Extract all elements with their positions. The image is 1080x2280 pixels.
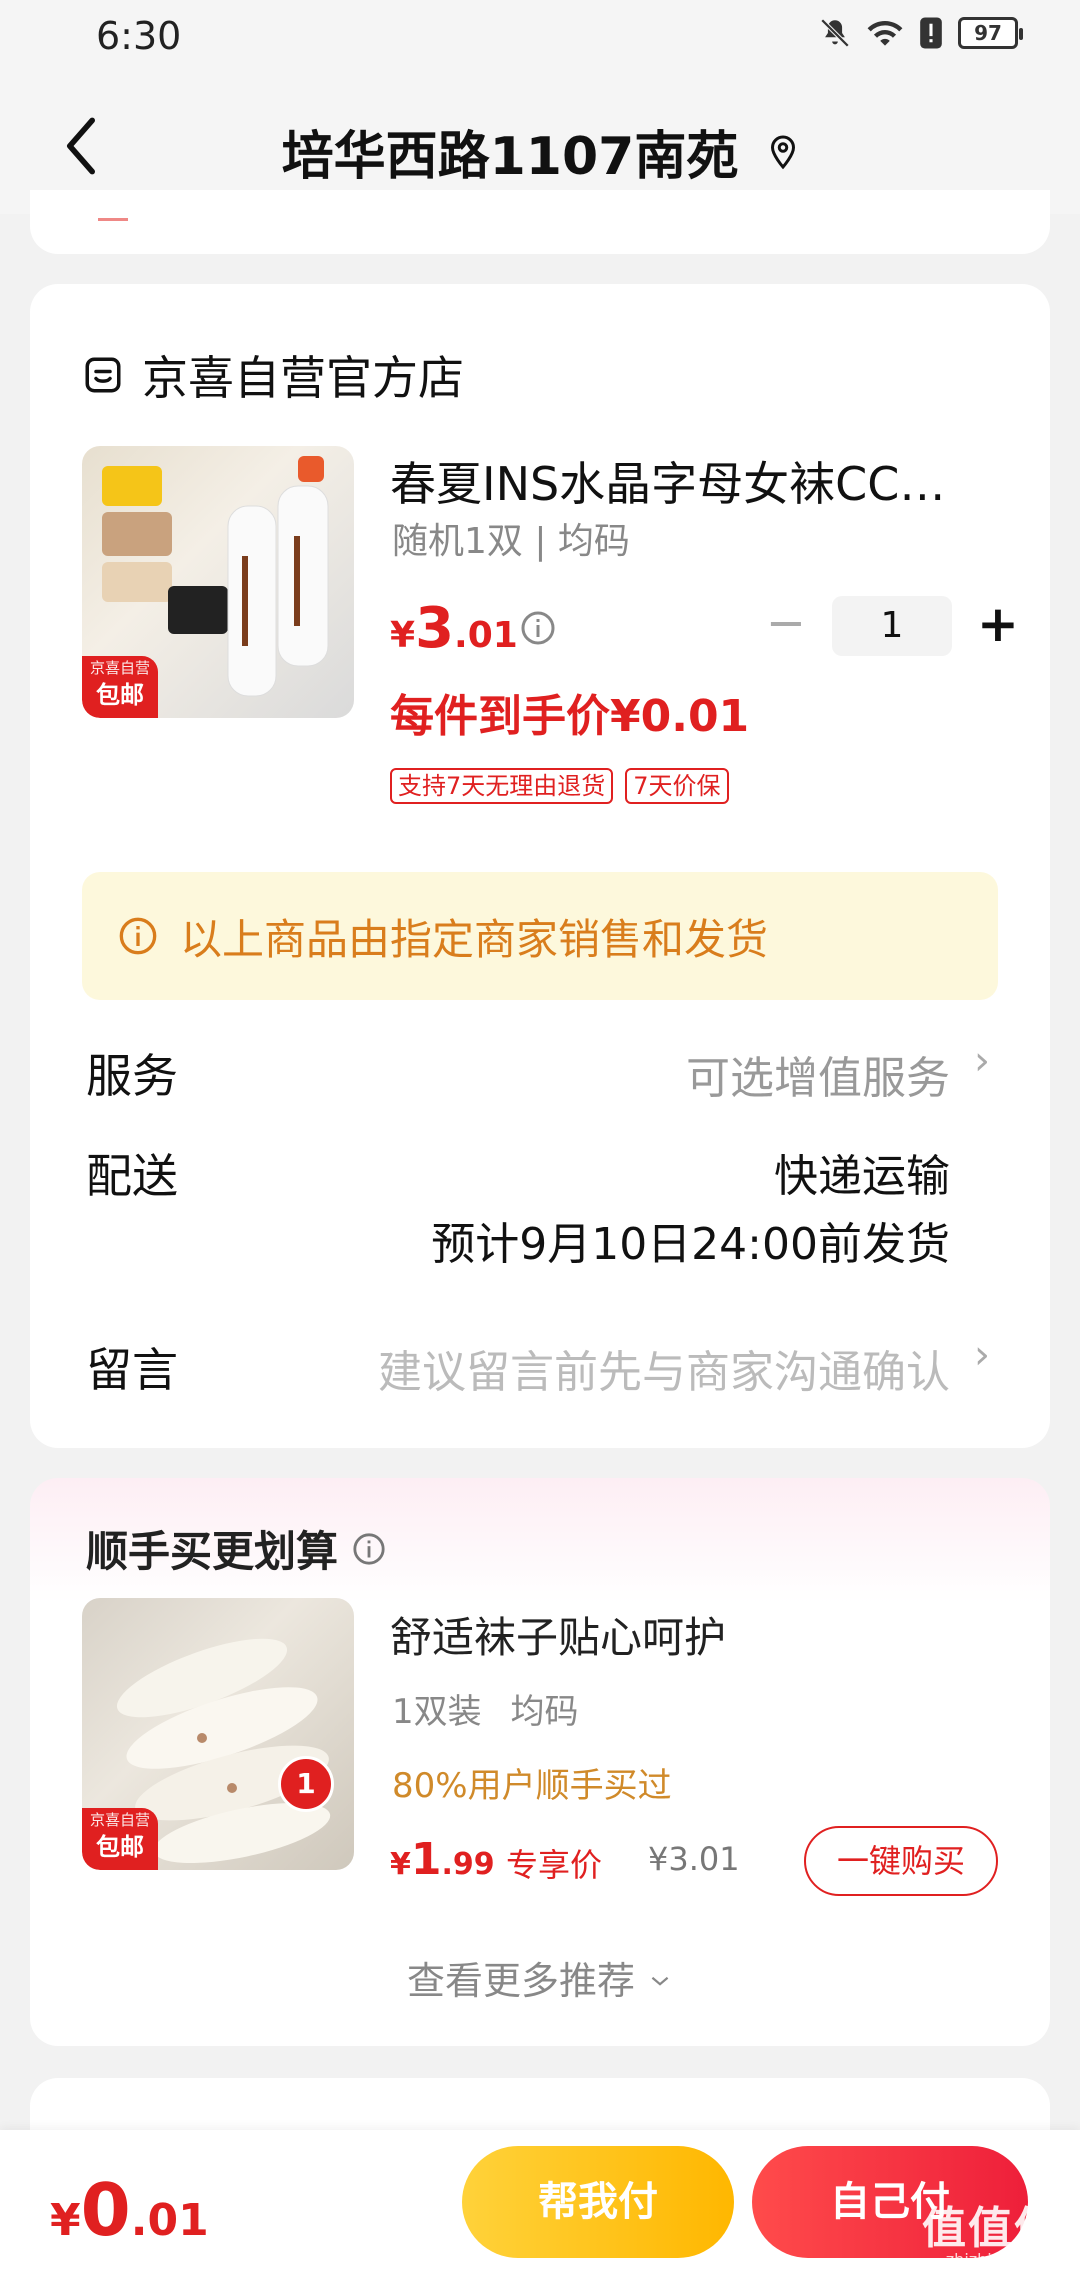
price-symbol: ¥: [390, 615, 416, 656]
address-title[interactable]: 培华西路1107南苑: [0, 114, 1080, 189]
total-decimal: .01: [130, 2195, 209, 2246]
battery-indicator: 97: [958, 17, 1023, 49]
price-decimal: .01: [454, 615, 518, 656]
status-time: 6:30: [96, 14, 182, 58]
message-label: 留言: [86, 1343, 178, 1397]
wifi-icon: [867, 20, 903, 46]
original-price: ¥3.01: [648, 1840, 740, 1878]
service-chevron-icon[interactable]: ›: [974, 1038, 990, 1084]
price-info-icon[interactable]: [520, 610, 556, 646]
message-input[interactable]: 建议留言前先与商家沟通确认: [378, 1336, 950, 1400]
message-chevron-icon[interactable]: ›: [974, 1332, 990, 1378]
recommend-item-name[interactable]: 舒适袜子贴心呵护: [390, 1604, 726, 1665]
shipping-label: 配送: [86, 1149, 178, 1203]
recommend-title-text: 顺手买更划算: [86, 1527, 339, 1576]
free-shipping-tag: 京喜自营 包邮: [82, 656, 158, 718]
location-pin-icon: [771, 134, 796, 169]
recommend-item-bought: 80%用户顺手买过: [392, 1766, 672, 1806]
checkout-bar: ¥ 0 .01 帮我付 自己付: [0, 2130, 1080, 2280]
rec-price-symbol: ¥: [390, 1847, 411, 1882]
recommend-image[interactable]: 1 京喜自营 包邮: [82, 1598, 354, 1870]
watermark-url: zhizhizhi.com: [945, 2250, 1054, 2269]
status-icons: 97: [818, 16, 1023, 50]
product-title[interactable]: 春夏INS水晶字母女袜CC…: [390, 448, 945, 514]
status-bar: 6:30 97: [0, 0, 1080, 74]
recommend-card: 顺手买更划算 1 京喜自营 包邮 舒适袜子贴心呵护 1双装 均码 80%用户顺手…: [30, 1478, 1050, 2046]
promo-price: 每件到手价¥0.01: [390, 691, 750, 742]
tag-bottom-text: 包邮: [96, 681, 144, 709]
rec-price-decimal: .99: [441, 1847, 495, 1882]
price-integer: 3: [415, 596, 455, 661]
price-protect-badge: 7天价保: [625, 768, 729, 804]
shipping-estimate: 预计9月10日24:00前发货: [431, 1219, 950, 1270]
recommend-item-spec: 1双装 均码: [392, 1692, 579, 1732]
pair-count-badge: 1: [278, 1756, 334, 1812]
increase-button[interactable]: +: [970, 598, 1026, 654]
more-recommendations-link[interactable]: 查看更多推荐: [30, 1950, 1050, 2005]
service-value[interactable]: 可选增值服务: [686, 1042, 950, 1106]
recommend-free-shipping-tag: 京喜自营 包邮: [82, 1808, 158, 1870]
previous-card: [30, 190, 1050, 254]
mute-bell-icon: [820, 18, 850, 48]
store-icon: [85, 357, 121, 393]
rec-price-integer: 1: [410, 1834, 442, 1885]
return-badge: 支持7天无理由退货: [390, 768, 614, 804]
store-name: 京喜自营官方店: [142, 351, 464, 405]
seller-notice: 以上商品由指定商家销售和发货: [82, 872, 998, 1000]
next-card: [30, 2078, 1050, 2138]
one-click-buy-button[interactable]: 一键购买: [804, 1826, 998, 1896]
info-icon: [119, 917, 157, 955]
help-pay-button[interactable]: 帮我付: [462, 2146, 734, 2258]
quantity-value[interactable]: 1: [832, 596, 952, 656]
quantity-stepper: − 1 +: [758, 596, 1026, 656]
service-label: 服务: [86, 1049, 178, 1103]
address-text: 培华西路1107南苑: [281, 127, 739, 187]
total-symbol: ¥: [50, 2195, 81, 2246]
tag-top-text: 京喜自营: [89, 659, 150, 677]
store-header[interactable]: 京喜自营官方店: [82, 342, 464, 408]
divider: [98, 218, 128, 221]
notice-text: 以上商品由指定商家销售和发货: [180, 914, 769, 964]
product-price: ¥ 3 .01: [390, 596, 518, 661]
more-recommendations-text: 查看更多推荐: [406, 1959, 635, 2003]
product-image[interactable]: 京喜自营 包邮: [82, 446, 354, 718]
watermark: 值值值: [922, 2203, 1060, 2254]
decrease-button[interactable]: −: [758, 598, 814, 654]
exclusive-price-label: 专享价: [506, 1846, 603, 1884]
total-price: ¥ 0 .01: [50, 2168, 209, 2252]
order-card: 京喜自营官方店 京喜自营 包邮 春夏INS水晶字母女袜CC… 随机1双 | 均码…: [30, 284, 1050, 1448]
recommend-price: ¥ 1 .99: [390, 1834, 495, 1885]
service-badges: 支持7天无理由退货 7天价保: [390, 768, 729, 804]
rec-tag-bottom-text: 包邮: [96, 1833, 144, 1861]
product-spec[interactable]: 随机1双 | 均码: [392, 512, 630, 564]
total-integer: 0: [80, 2168, 131, 2252]
recommend-title: 顺手买更划算: [86, 1518, 386, 1579]
rec-tag-top-text: 京喜自营: [89, 1811, 150, 1829]
alert-sim-icon: [920, 17, 942, 49]
chevron-down-icon: [651, 1976, 669, 1986]
shipping-method: 快递运输: [774, 1151, 950, 1202]
recommend-info-icon[interactable]: [352, 1532, 386, 1566]
